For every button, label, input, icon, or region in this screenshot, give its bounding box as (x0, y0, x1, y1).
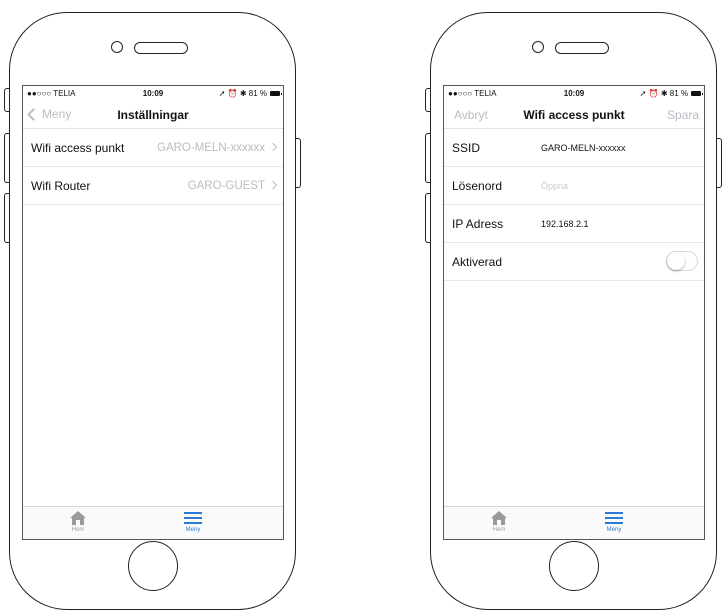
tab-home-label: Hem (492, 527, 506, 533)
save-button[interactable]: Spara (667, 108, 699, 122)
volume-down-button (425, 193, 430, 243)
status-indicators: ➚ ⏰ ✱ 81 % (218, 89, 267, 98)
chevron-right-icon (268, 180, 278, 190)
password-field[interactable]: Öppna (541, 181, 568, 191)
power-button (296, 138, 301, 188)
earpiece-speaker (555, 42, 609, 54)
ip-label: IP Adress (452, 216, 504, 231)
tab-menu-label: Meny (185, 527, 201, 533)
volume-down-button (4, 193, 9, 243)
settings-row-wifi-access-point[interactable]: Wifi access punkt GARO-MELN-xxxxxx (23, 129, 283, 167)
page-title: Inställningar (117, 108, 189, 122)
tab-menu[interactable]: Meny (163, 510, 223, 533)
home-button[interactable] (128, 541, 178, 591)
tab-menu-label: Meny (606, 527, 622, 533)
battery-percent: 81 % (248, 89, 267, 98)
volume-up-button (425, 133, 430, 183)
enabled-label: Aktiverad (452, 254, 503, 269)
status-bar: ●●○○○ TELIA 10:09 ➚ ⏰ ✱ 81 % (23, 86, 283, 102)
status-indicators: ➚ ⏰ ✱ 81 % (639, 89, 688, 98)
tab-menu[interactable]: Meny (584, 510, 644, 533)
ip-field[interactable]: 192.168.2.1 (541, 219, 589, 229)
field-row-ip: IP Adress 192.168.2.1 (444, 205, 704, 243)
password-label: Lösenord (452, 178, 503, 193)
tab-home[interactable]: Hem (469, 510, 529, 533)
row-label: Wifi Router (31, 178, 91, 193)
field-row-enabled: Aktiverad (444, 243, 704, 281)
row-value: GARO-GUEST (187, 179, 265, 192)
house-icon (70, 511, 86, 525)
row-label: Wifi access punkt (31, 140, 125, 155)
settings-row-wifi-router[interactable]: Wifi Router GARO-GUEST (23, 167, 283, 205)
tab-bar: Hem Meny (23, 506, 283, 539)
volume-up-button (4, 133, 9, 183)
phone-frame-left: ●●○○○ TELIA 10:09 ➚ ⏰ ✱ 81 % Meny Instäl… (4, 12, 301, 610)
tab-home[interactable]: Hem (48, 510, 108, 533)
field-row-password: Lösenord Öppna (444, 167, 704, 205)
home-button[interactable] (549, 541, 599, 591)
hamburger-icon (605, 512, 623, 524)
mute-switch (425, 88, 430, 112)
field-row-ssid: SSID GARO-MELN-xxxxxx (444, 129, 704, 167)
front-camera (111, 41, 123, 53)
tab-bar: Hem Meny (444, 506, 704, 539)
navigation-bar: Avbryt Wifi access punkt Spara (444, 102, 704, 129)
screen-wifi-access-point: ●●○○○ TELIA 10:09 ➚ ⏰ ✱ 81 % Avbryt Wifi… (443, 85, 705, 540)
chevron-right-icon (268, 142, 278, 152)
phone-frame-right: ●●○○○ TELIA 10:09 ➚ ⏰ ✱ 81 % Avbryt Wifi… (425, 12, 722, 610)
status-bar: ●●○○○ TELIA 10:09 ➚ ⏰ ✱ 81 % (444, 86, 704, 102)
battery-percent: 81 % (669, 89, 688, 98)
row-value: GARO-MELN-xxxxxx (157, 141, 265, 154)
earpiece-speaker (134, 42, 188, 54)
battery-icon (270, 91, 282, 96)
page-title: Wifi access punkt (523, 108, 625, 122)
ssid-field[interactable]: GARO-MELN-xxxxxx (541, 143, 626, 153)
mute-switch (4, 88, 9, 112)
enabled-toggle[interactable] (666, 251, 698, 271)
power-button (717, 138, 722, 188)
toggle-knob (667, 252, 685, 270)
front-camera (532, 41, 544, 53)
navigation-bar: Meny Inställningar (23, 102, 283, 129)
tab-home-label: Hem (71, 527, 85, 533)
ssid-label: SSID (452, 140, 481, 155)
hamburger-icon (184, 512, 202, 524)
house-icon (491, 511, 507, 525)
battery-icon (691, 91, 703, 96)
screen-settings: ●●○○○ TELIA 10:09 ➚ ⏰ ✱ 81 % Meny Instäl… (22, 85, 284, 540)
